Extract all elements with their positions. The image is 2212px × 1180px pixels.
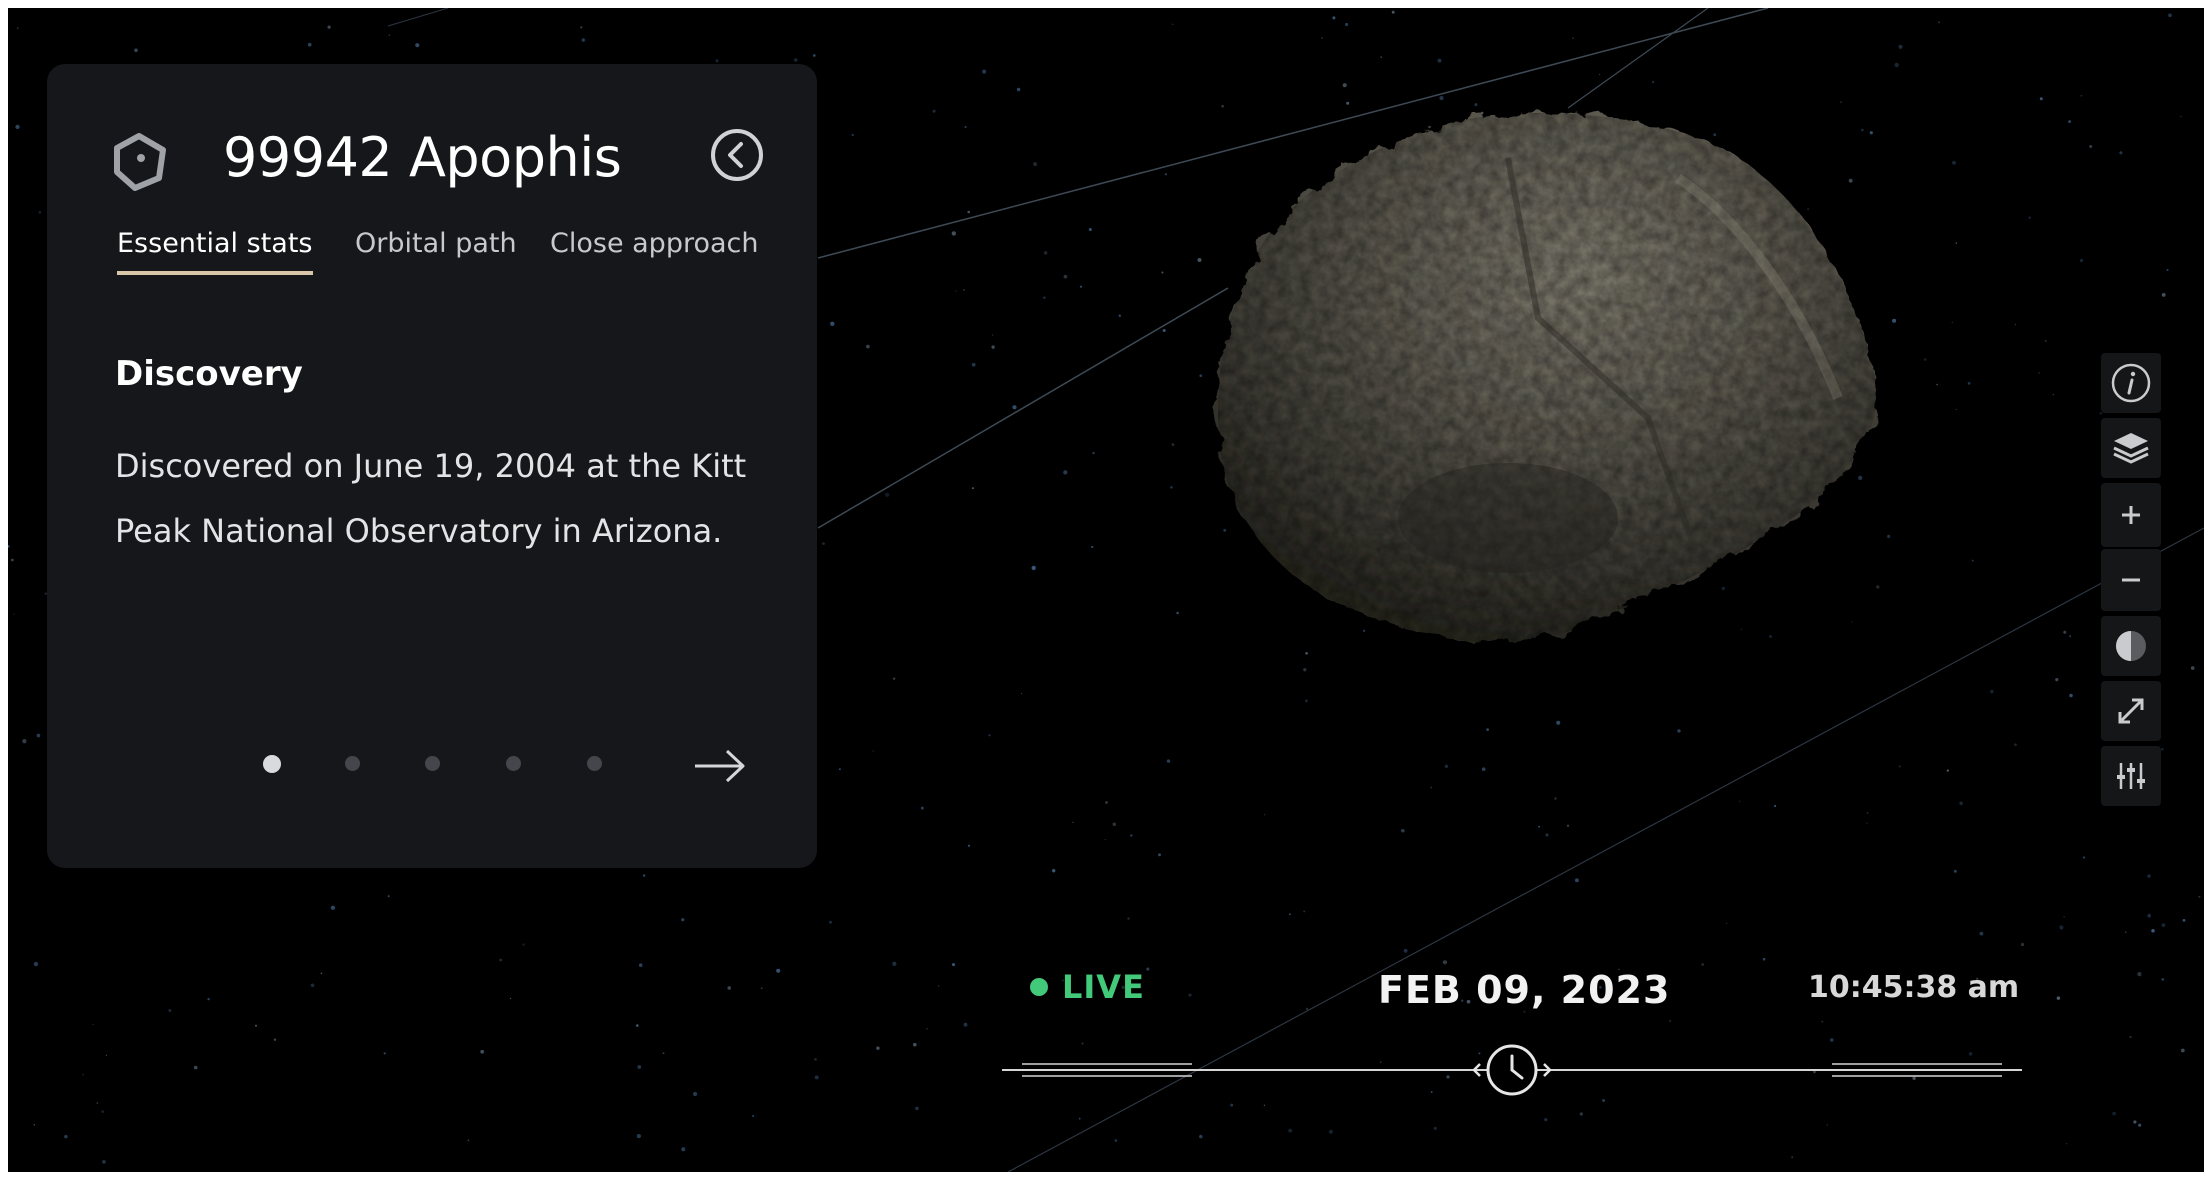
pager-dot[interactable] <box>345 756 360 771</box>
live-button[interactable]: LIVE <box>1030 968 1145 1006</box>
expand-icon <box>2118 698 2144 724</box>
live-label: LIVE <box>1062 968 1145 1006</box>
layers-icon <box>2113 433 2149 464</box>
pager-dot[interactable] <box>587 756 602 771</box>
asteroid-hexagon-icon <box>114 133 166 191</box>
zoom-out-button[interactable] <box>2101 549 2161 611</box>
time-scrubber[interactable] <box>1002 1028 2022 1108</box>
plus-icon <box>2122 506 2140 524</box>
live-indicator <box>1030 978 1048 996</box>
fullscreen-button[interactable] <box>2101 681 2161 741</box>
section-heading: Discovery <box>115 354 303 394</box>
pager-dot[interactable] <box>263 755 281 773</box>
pager-dot[interactable] <box>506 756 521 771</box>
arrow-right-icon[interactable] <box>693 746 747 786</box>
space-viewport[interactable]: 99942 Apophis Essential stats Orbital pa… <box>8 8 2204 1172</box>
tab-essential-stats[interactable]: Essential stats <box>117 228 313 275</box>
current-time: 10:45:38 am <box>1808 970 2020 1005</box>
half-circle-icon <box>2116 631 2146 661</box>
info-button[interactable] <box>2101 353 2161 413</box>
settings-button[interactable] <box>2101 746 2161 806</box>
chevron-left-circle-icon[interactable] <box>709 127 765 183</box>
pager-dot[interactable] <box>425 756 440 771</box>
info-icon <box>2111 363 2151 403</box>
zoom-in-button[interactable] <box>2101 483 2161 547</box>
layers-button[interactable] <box>2101 418 2161 478</box>
tab-orbital-path[interactable]: Orbital path <box>355 228 517 271</box>
lighting-button[interactable] <box>2101 616 2161 676</box>
minus-icon <box>2122 578 2140 582</box>
info-panel: 99942 Apophis Essential stats Orbital pa… <box>47 64 817 868</box>
asteroid-3d-model[interactable] <box>1178 98 1898 658</box>
current-date: FEB 09, 2023 <box>1378 968 1671 1012</box>
object-title: 99942 Apophis <box>223 126 622 189</box>
tab-close-approach[interactable]: Close approach <box>550 228 759 271</box>
sliders-icon <box>2117 763 2145 789</box>
section-text: Discovered on June 19, 2004 at the Kitt … <box>115 447 747 550</box>
